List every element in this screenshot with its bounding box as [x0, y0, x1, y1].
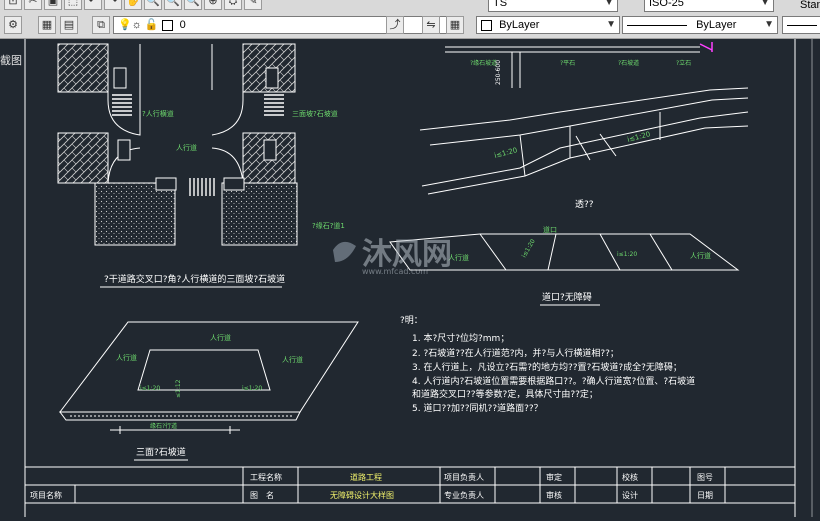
perspective-title: 透?? [575, 199, 594, 210]
toolbar-button-icon[interactable]: ⬚ [64, 0, 82, 10]
layer-properties-icon[interactable]: ▦ [38, 16, 56, 34]
iso-left-label: 人行道 [116, 353, 137, 362]
note-3: 3. 在人行道上，凡设立?石需?的地方均??置?石坡道?成全?无障碍； [412, 361, 682, 373]
lightbulb-icon: 💡☼ [118, 19, 142, 31]
chevron-down-icon: ▼ [764, 19, 774, 30]
standard-label: Stan [800, 0, 820, 11]
drawing-canvas[interactable]: ?人行横道 三面坡?石坡道 人行道 ?缘石?道1 ?干道路交叉口?角?人行横道的… [0, 39, 820, 517]
section-label-c: ?石坡道 [618, 59, 639, 67]
tb-approve-label: 审定 [546, 472, 562, 482]
toolbar-button-icon[interactable]: ✋ [124, 0, 142, 10]
layer-isolate-icon[interactable]: ▦ [446, 16, 464, 34]
side-label: 截图 [0, 54, 22, 67]
iso-right-label: 人行道 [282, 355, 303, 364]
toolbar-button-icon[interactable]: ▣ [44, 0, 62, 10]
toolbar-button-icon[interactable]: 🔍 [144, 0, 162, 10]
tb-spec-lead-label: 专业负责人 [444, 490, 484, 500]
standard-toolbar: ⊡ ✂ ▣ ⬚ ↶ ↷ ✋ 🔍 🔍 🔍 ⊕ ⛭ ✎ TS ▼ ISO-25 ▼ Stan [0, 0, 820, 14]
plan-crosswalk-label: ?人行横道 [142, 109, 174, 118]
entrance-title: 道口?无障碍 [542, 291, 592, 303]
plan-edge-label: ?缘石?道1 [312, 221, 345, 230]
section-label-b: ?平石 [560, 60, 575, 67]
title-block [24, 466, 796, 504]
toolbar-button-icon[interactable]: ⛭ [224, 0, 242, 10]
make-current-icon[interactable]: ⤴ [386, 16, 404, 34]
linetype-sample [627, 24, 687, 26]
dimstyle-combo[interactable]: ISO-25 ▼ [644, 0, 774, 12]
layer-manager-icon[interactable]: ⧉ [92, 16, 110, 34]
watermark-url: www.mfcad.com [362, 267, 428, 276]
perspective-view [419, 87, 749, 195]
chevron-down-icon: ▼ [604, 0, 614, 8]
tb-review-label: 审核 [546, 490, 562, 500]
linetype-combo[interactable]: ByLayer ▼ [622, 16, 778, 34]
lineweight-combo[interactable] [782, 16, 820, 34]
section-height-label: 250-600 [495, 60, 502, 85]
toolbar-button-icon[interactable]: ⊡ [4, 0, 22, 10]
tb-drawno-label: 图号 [697, 473, 713, 482]
iso-slope-left: i≤1:20 [140, 385, 160, 392]
color-combo[interactable]: ByLayer ▼ [476, 16, 620, 34]
entrance-top-label: 道口 [543, 225, 557, 234]
note-4: 4. 人行道内?石坡道位置需要根据路口??。?确人行道宽?位置、?石坡道 [412, 375, 695, 387]
plan-title: ?干道路交叉口?角?人行横道的三面坡?石坡道 [104, 273, 285, 285]
layer-previous-icon[interactable]: ⇋ [422, 16, 440, 34]
tb-lead-label: 项目负责人 [444, 472, 484, 482]
tb-drawing-label: 图 名 [250, 490, 274, 500]
layer-name: 0 [179, 19, 186, 31]
plan-ramp-label: 三面坡?石坡道 [292, 109, 338, 118]
toolbar-button-icon[interactable]: ↶ [84, 0, 102, 10]
toolbar-button-icon[interactable]: ⊕ [204, 0, 222, 10]
drawing-svg: ?人行横道 三面坡?石坡道 人行道 ?缘石?道1 ?干道路交叉口?角?人行横道的… [24, 39, 813, 517]
tb-design-label: 设计 [622, 490, 638, 500]
tb-project-label: 工程名称 [250, 472, 282, 482]
lineweight-sample [787, 24, 817, 26]
dimstyle-value: ISO-25 [649, 0, 684, 9]
notes-title: ?明： [400, 315, 423, 326]
isometric-ramp [58, 321, 359, 434]
workspace-icon[interactable]: ⚙ [4, 16, 22, 34]
note-2: 2. ?石坡道??在人行道范?内，并?与人行横道相??； [412, 347, 619, 359]
tb-item-label: 项目名称 [30, 490, 62, 500]
section-label-a: ?缘石坡道 [470, 59, 497, 67]
watermark: 沐风网 www.mfcad.com [333, 237, 452, 276]
tb-drawing-value: 无障碍设计大样图 [330, 490, 394, 500]
lock-icon: 🔓 [144, 19, 159, 31]
toolbar-button-icon[interactable]: ✎ [244, 0, 262, 10]
plan-sidewalk-label: 人行道 [176, 143, 197, 152]
linetype-value: ByLayer [696, 19, 737, 31]
section-label-d: ?立石 [676, 59, 691, 67]
iso-width-label: 缘石?行道 [150, 422, 177, 430]
layer-states-icon[interactable]: ▤ [60, 16, 78, 34]
entrance-slope-a: i≤1:20 [521, 238, 537, 259]
layers-toolbar: ⚙ ▦ ▤ ⧉ 💡☼ 🔓 0 ▼ ⤴ ⇋ ▦ ByLayer ▼ ByLayer… [0, 13, 820, 39]
note-1: 1. 本?尺寸?位均?mm； [412, 332, 509, 344]
toolbar-button-icon[interactable]: 🔍 [184, 0, 202, 10]
tb-check-label: 校核 [622, 472, 638, 482]
textstyle-value: TS [493, 0, 508, 9]
entrance-sidewalk-right: 人行道 [690, 251, 711, 260]
note-5: 5. 道口??加??同机??道路面??？ [412, 402, 543, 414]
textstyle-combo[interactable]: TS ▼ [488, 0, 618, 12]
color-value: ByLayer [499, 19, 540, 31]
color-swatch [481, 19, 492, 31]
toolbar-button-icon[interactable]: 🔍 [164, 0, 182, 10]
toolbar-button-icon[interactable]: ✂ [24, 0, 42, 10]
toolbar-button-icon[interactable]: ↷ [104, 0, 122, 10]
layer-color-swatch [161, 19, 173, 31]
iso-top-label: 人行道 [210, 333, 231, 342]
entrance-slope-b: i≤1:20 [617, 251, 637, 258]
note-4-cont: 和道路交叉口??等参数?定，具体尺寸由??定； [412, 388, 598, 400]
chevron-down-icon: ▼ [760, 0, 770, 8]
tb-date-label: 日期 [697, 491, 713, 500]
layer-combo[interactable]: 💡☼ 🔓 0 ▼ [113, 16, 463, 34]
iso-title: 三面?石坡道 [136, 446, 186, 458]
iso-slope-right: i≤1:20 [242, 385, 262, 392]
iso-dim-label: ≤1:12 [175, 379, 182, 398]
tb-project-value: 道路工程 [350, 472, 382, 482]
chevron-down-icon: ▼ [606, 19, 616, 30]
slope-label-1: i≤1:20 [493, 146, 518, 160]
slope-label-2: i≤1:20 [626, 130, 651, 144]
